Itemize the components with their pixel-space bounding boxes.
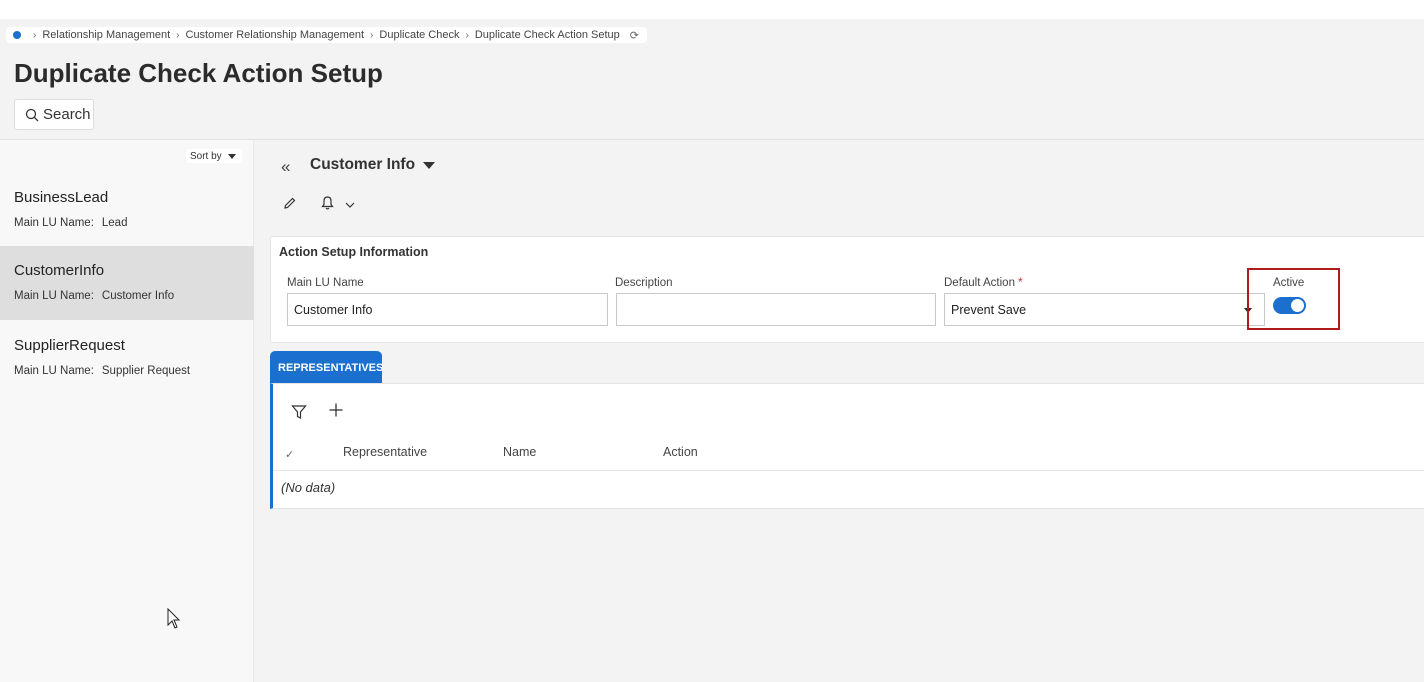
active-label: Active [1273, 277, 1305, 289]
list-item-subtitle: Main LU Name: Lead [14, 217, 127, 229]
detail-panel: « Customer Info Action Setup Information… [254, 140, 1424, 682]
select-all-checkmark-icon[interactable]: ✓ [285, 448, 294, 461]
search-label: Search [43, 106, 91, 123]
collapse-panel-icon[interactable]: « [281, 157, 290, 177]
list-item-sub-value: Lead [101, 217, 128, 229]
record-title: Customer Info [310, 156, 416, 173]
sort-by-label: Sort by [190, 150, 222, 162]
search-button[interactable]: Search [14, 99, 94, 130]
representatives-grid: ✓ Representative Name Action (No data) [270, 383, 1424, 509]
required-marker: * [1018, 277, 1023, 289]
list-item-subtitle: Main LU Name: Supplier Request [14, 365, 190, 377]
column-header-representative[interactable]: Representative [343, 445, 427, 459]
list-item-sub-label: Main LU Name: [14, 290, 94, 302]
empty-grid-message: (No data) [281, 480, 336, 495]
breadcrumb-item-relationship-management[interactable]: Relationship Management [42, 29, 170, 41]
list-item-title: SupplierRequest [14, 337, 125, 354]
caret-down-icon [227, 153, 236, 159]
top-strip [0, 0, 1424, 19]
default-action-select[interactable]: Prevent Save [944, 293, 1265, 326]
action-setup-card: Action Setup Information Main LU Name Cu… [270, 236, 1424, 343]
page-title: Duplicate Check Action Setup [14, 58, 383, 88]
card-title: Action Setup Information [279, 245, 429, 259]
record-list-sidebar: Sort by BusinessLead Main LU Name: Lead C… [0, 140, 254, 682]
chevron-down-icon[interactable] [345, 201, 355, 209]
breadcrumb-item-current: Duplicate Check Action Setup [474, 29, 620, 41]
description-label: Description [615, 277, 673, 289]
list-item-title: BusinessLead [14, 189, 109, 206]
main-lu-name-field[interactable]: Customer Info [287, 293, 608, 326]
default-action-label: Default Action * [944, 277, 1023, 289]
default-action-value: Prevent Save [951, 302, 1027, 317]
chevron-right-icon: › [465, 29, 469, 41]
breadcrumb-item-duplicate-check[interactable]: Duplicate Check [379, 29, 459, 41]
list-item-sub-label: Main LU Name: [14, 217, 94, 229]
breadcrumb: › Relationship Management › Customer Rel… [6, 27, 647, 43]
record-selector[interactable]: Customer Info [310, 156, 436, 174]
list-item-supplierrequest[interactable]: SupplierRequest Main LU Name: Supplier Re… [0, 328, 254, 402]
list-item-sub-label: Main LU Name: [14, 365, 94, 377]
description-field[interactable] [616, 293, 936, 326]
list-item-customerinfo[interactable]: CustomerInfo Main LU Name: Customer Info [0, 246, 254, 320]
home-dot-icon[interactable] [13, 31, 21, 39]
chevron-right-icon: › [370, 29, 374, 41]
search-icon [25, 108, 39, 121]
default-action-label-text: Default Action [944, 277, 1015, 289]
breadcrumb-item-customer-relationship-management[interactable]: Customer Relationship Management [186, 29, 365, 41]
mouse-pointer-icon [167, 608, 181, 629]
column-header-action[interactable]: Action [663, 445, 698, 459]
tab-representatives[interactable]: REPRESENTATIVES [270, 351, 383, 384]
list-item-businesslead[interactable]: BusinessLead Main LU Name: Lead [0, 180, 254, 254]
column-header-name[interactable]: Name [503, 445, 536, 459]
list-item-sub-value: Supplier Request [101, 365, 191, 377]
list-item-subtitle: Main LU Name: Customer Info [14, 290, 174, 302]
bell-icon[interactable] [320, 195, 335, 211]
list-item-title: CustomerInfo [14, 262, 105, 279]
main-lu-name-label: Main LU Name [287, 277, 364, 289]
caret-down-icon [423, 161, 436, 169]
active-toggle[interactable] [1273, 297, 1306, 314]
refresh-icon[interactable]: ⟳ [630, 29, 639, 42]
toggle-knob [1291, 299, 1304, 312]
chevron-right-icon: › [33, 29, 37, 41]
list-item-sub-value: Customer Info [101, 290, 175, 302]
edit-pencil-icon[interactable] [283, 196, 297, 210]
chevron-right-icon: › [176, 29, 180, 41]
filter-icon[interactable] [291, 404, 307, 420]
grid-header-divider [273, 470, 1424, 471]
sort-by-dropdown[interactable]: Sort by [186, 149, 242, 163]
add-icon[interactable] [328, 402, 344, 418]
